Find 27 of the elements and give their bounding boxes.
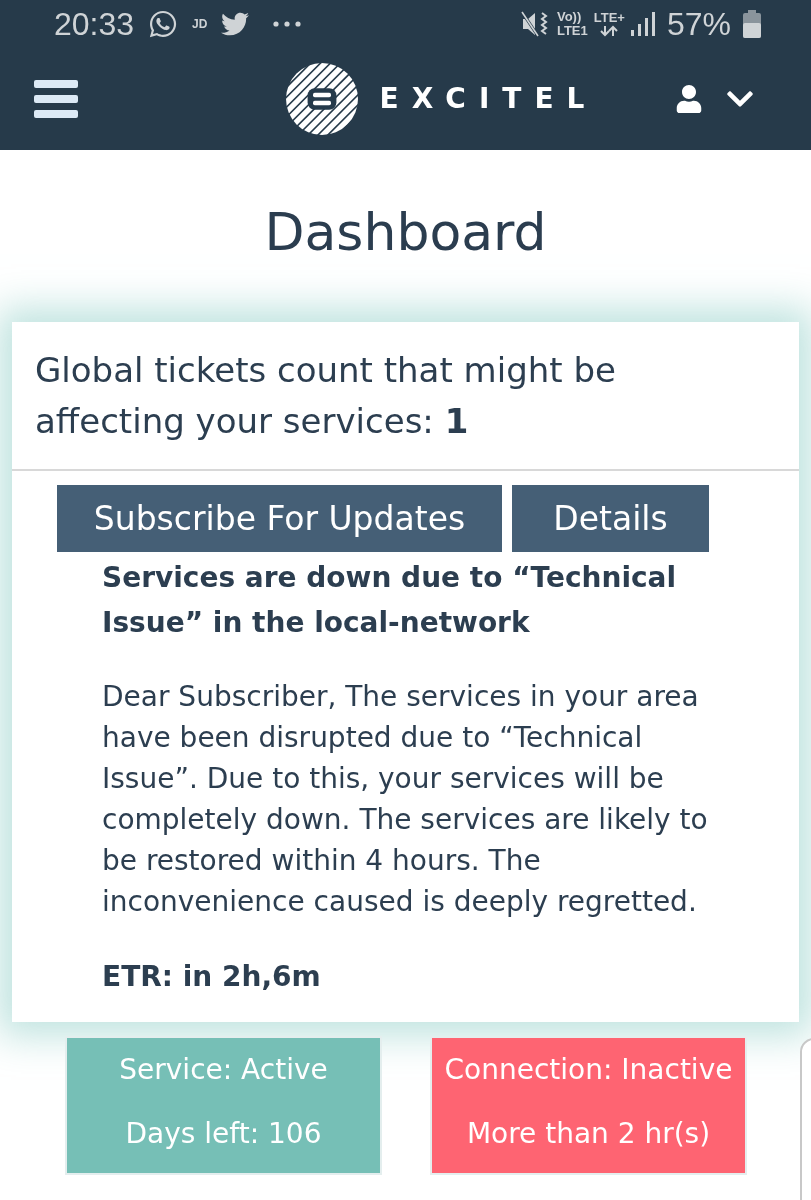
user-icon[interactable] (675, 85, 703, 113)
brand-name: EXCITEL (379, 82, 598, 116)
logo-icon (285, 63, 358, 135)
menu-icon[interactable] (34, 80, 78, 118)
subscribe-button[interactable]: Subscribe For Updates (57, 485, 502, 552)
notification-label: JD (192, 17, 208, 31)
page-title: Dashboard (264, 201, 547, 264)
more-icon (273, 21, 302, 27)
tickets-summary: Global tickets count that might be affecting your services: 1 (35, 349, 617, 443)
bird-icon (221, 10, 250, 38)
status-detail: Days left: 106 (125, 1116, 322, 1152)
status-time: 20:33 (54, 7, 135, 41)
volte-label: Vo)) (556, 10, 582, 24)
chat-app-icon (148, 9, 179, 39)
status-detail: More than 2 hr(s) (466, 1116, 711, 1152)
status-title: Service: Active (119, 1052, 328, 1088)
etr-text: ETR: in 2h,6m (102, 959, 322, 995)
incident-message: Dear Subscriber, The services in your area have been disrupted due to “Technical Issue”. Due to this, your services will be completely down. The services are likely to be restored within 4 hours. The inconvenience caused is deeply regretted. (102, 679, 709, 920)
battery-icon (743, 10, 761, 38)
signal-icon (630, 12, 655, 36)
status-title: Connection: Inactive (444, 1052, 733, 1088)
sim-label: LTE1 (556, 24, 588, 38)
network-type-label: LTE+ (593, 11, 625, 25)
battery-percent: 57% (666, 7, 731, 41)
data-arrows-icon (600, 25, 619, 37)
incident-title: Services are down due to “Technical Issue” in the local-network (102, 560, 678, 641)
details-button[interactable]: Details (512, 485, 709, 552)
